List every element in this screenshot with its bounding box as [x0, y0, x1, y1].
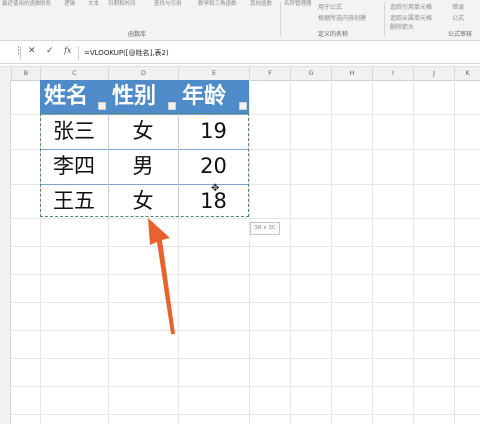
annotation-arrow-icon [148, 218, 175, 334]
ribbon-button-datetime[interactable]: 日期和时间 [108, 1, 136, 8]
column-header-i[interactable]: I [372, 67, 413, 80]
column-header-h[interactable]: H [331, 67, 372, 80]
gridline [11, 414, 480, 415]
gridline [11, 246, 480, 247]
gridline [11, 274, 480, 275]
gridline [372, 80, 373, 424]
ribbon-button-text[interactable]: 文本 [88, 1, 99, 8]
gridline [290, 80, 291, 424]
column-header-bar: B C D E F G H I J K [0, 66, 480, 81]
table-header-cell[interactable]: 姓名 [40, 80, 108, 114]
column-header-f[interactable]: F [249, 67, 290, 80]
column-header-d[interactable]: D [108, 67, 178, 80]
row-header-bar [0, 80, 11, 424]
ribbon: 最近使用的函数 财务 逻辑 文本 日期和时间 查找与引用 数学和三角函数 其他函… [0, 0, 480, 41]
ribbon-separator [280, 2, 281, 36]
column-header-e[interactable]: E [178, 67, 249, 80]
ribbon-button-remove-arrows[interactable]: 删除箭头 [390, 22, 414, 31]
name-box-dropdown-icon[interactable]: ⋮ [14, 46, 23, 56]
gridline [331, 80, 332, 424]
gridline [11, 330, 480, 331]
confirm-icon[interactable]: ✓ [46, 46, 54, 56]
filter-dropdown-icon[interactable] [168, 102, 176, 110]
group-label-function-library: 函数库 [128, 31, 147, 38]
column-header-c[interactable]: C [40, 67, 108, 80]
insert-function-button[interactable]: fx [64, 46, 71, 55]
selection-size-tooltip: 3R x 3C [250, 222, 280, 235]
formula-input[interactable]: =VLOOKUP([@姓名],表2) [84, 48, 169, 58]
select-all-corner[interactable] [0, 67, 10, 80]
copy-selection-marquee [40, 113, 249, 217]
ribbon-button-trace-dependents[interactable]: 追踪从属单元格 [390, 13, 432, 22]
ribbon-button-error-check[interactable]: 错误 [452, 2, 464, 11]
gridline [11, 386, 480, 387]
ribbon-button-create-from-selection[interactable]: 根据所选内容创建 [318, 13, 366, 22]
ribbon-button-financial[interactable]: 财务 [40, 1, 51, 8]
header-name-label: 姓名 [44, 84, 89, 109]
table-header-row: 姓名 性别 年龄 [40, 80, 249, 114]
column-header-k[interactable]: K [454, 67, 480, 80]
gridline [413, 80, 414, 424]
formula-bar-divider [78, 46, 79, 60]
gridline [11, 358, 480, 359]
formula-bar-divider [20, 46, 21, 60]
column-header-g[interactable]: G [290, 67, 331, 80]
ribbon-separator [384, 2, 385, 36]
ribbon-button-trace-precedents[interactable]: 追踪引用单元格 [390, 2, 432, 11]
column-header-b[interactable]: B [11, 67, 40, 80]
header-age-label: 年龄 [182, 84, 227, 109]
ribbon-button-name-manager[interactable]: 名称管理器 [284, 1, 312, 8]
filter-dropdown-icon[interactable] [239, 102, 247, 110]
cancel-icon[interactable]: ✕ [28, 46, 36, 56]
ribbon-button-formulas[interactable]: 公式 [452, 13, 464, 22]
ribbon-button-math[interactable]: 数学和三角函数 [198, 1, 237, 8]
ribbon-button-logical[interactable]: 逻辑 [64, 1, 75, 8]
ribbon-button-more[interactable]: 其他函数 [250, 1, 272, 8]
formula-bar: ⋮ ✕ ✓ fx =VLOOKUP([@姓名],表2) [0, 43, 480, 64]
gridline [249, 80, 250, 424]
table-header-cell[interactable]: 年龄 [178, 80, 249, 114]
ribbon-button-recent[interactable]: 最近使用的函数 [2, 1, 41, 8]
table-header-cell[interactable]: 性别 [108, 80, 178, 114]
gridline [11, 302, 480, 303]
move-cursor-icon: ✥ [211, 183, 220, 194]
group-label-formula-auditing: 公式审核 [448, 31, 473, 38]
annotation-arrow-shape [148, 218, 175, 334]
column-header-j[interactable]: J [413, 67, 454, 80]
header-gender-label: 性别 [112, 84, 157, 109]
filter-dropdown-icon[interactable] [98, 102, 106, 110]
gridline [454, 80, 455, 424]
group-label-defined-names: 定义的名称 [318, 31, 349, 38]
ribbon-button-lookup[interactable]: 查找与引用 [154, 1, 182, 8]
ribbon-button-use-in-formula[interactable]: 用于公式 [318, 2, 342, 11]
